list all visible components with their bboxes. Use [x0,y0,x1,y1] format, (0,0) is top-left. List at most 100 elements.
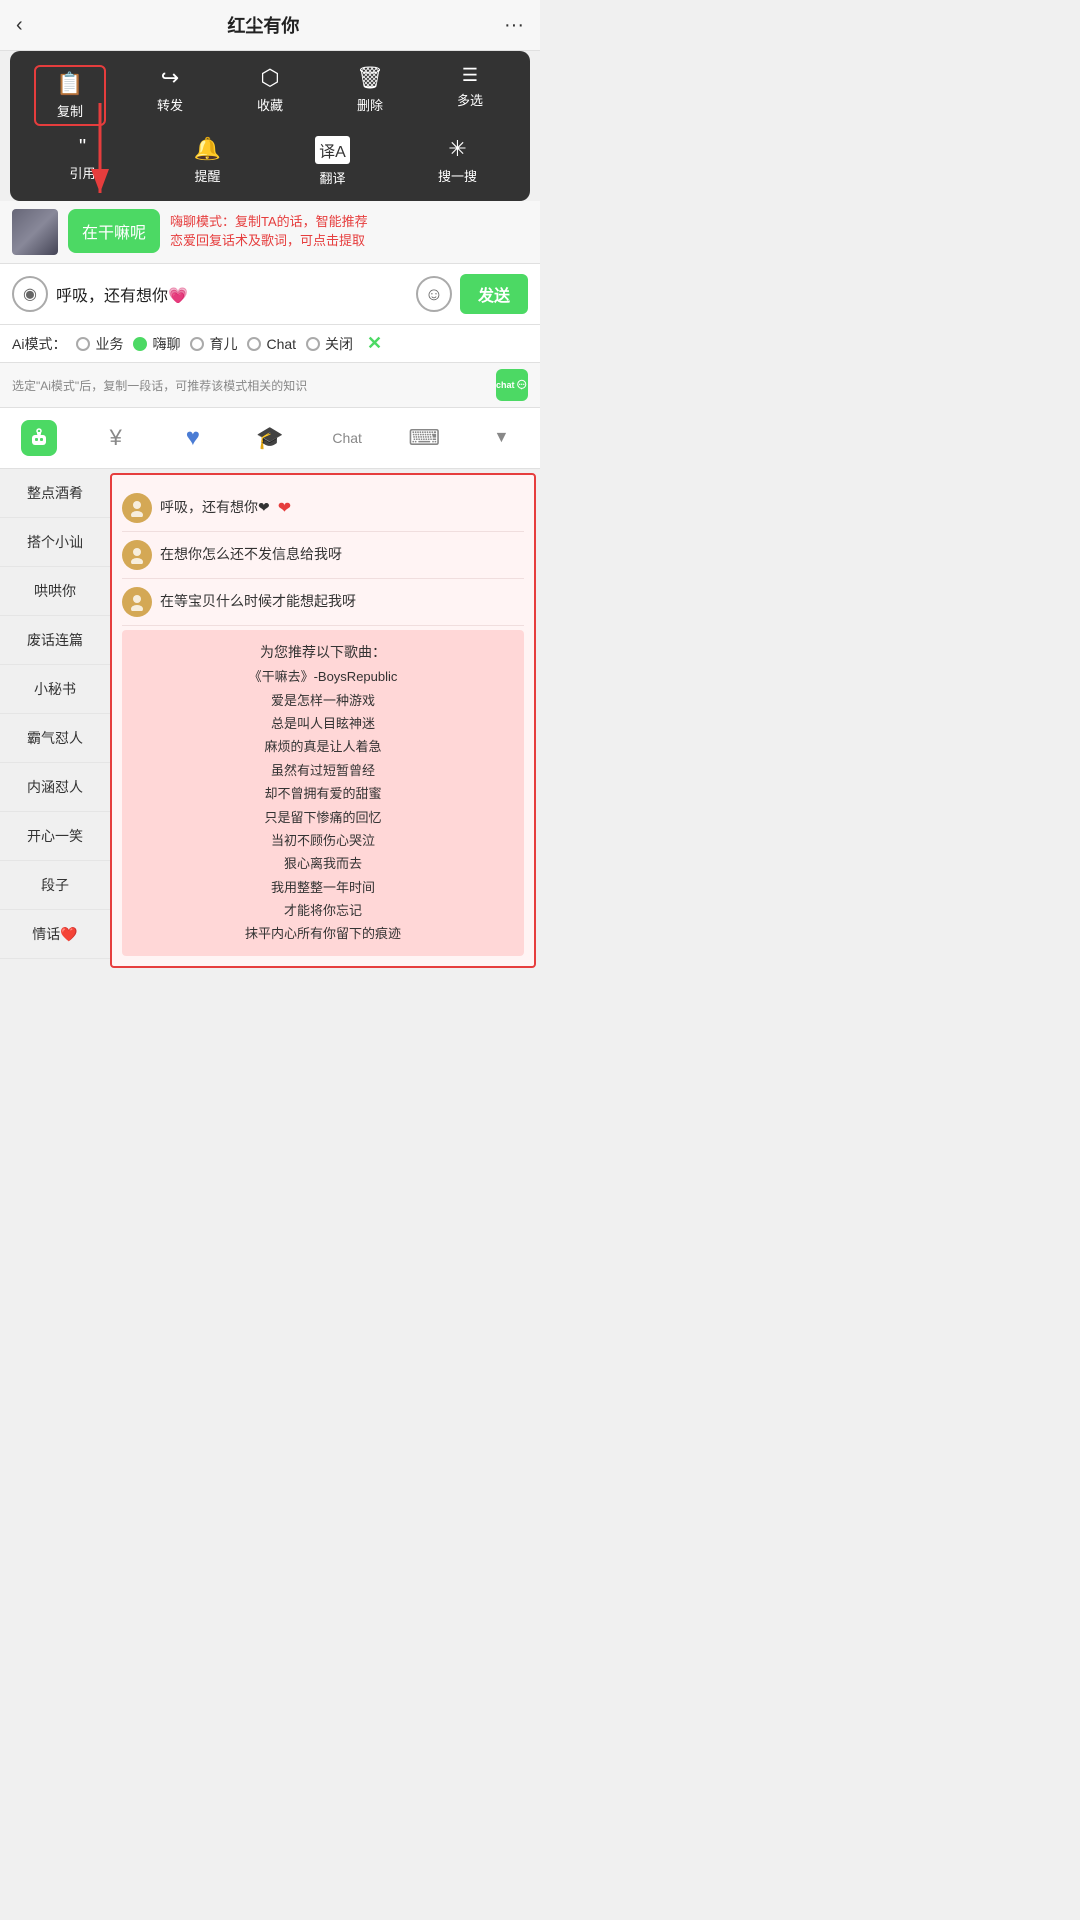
tab-chat-text[interactable]: Chat [309,422,386,454]
left-sidebar: 整点酒肴 搭个小讪 哄哄你 废话连篇 小秘书 霸气怼人 内涵怼人 开心一笑 段子… [0,469,110,972]
song-0[interactable]: 《干嘛去》-BoysRepublic [132,665,514,688]
sidebar-item-4[interactable]: 小秘书 [0,665,110,714]
suggestion-text-0: 呼吸，还有想你❤ [160,498,270,518]
sidebar-item-6[interactable]: 内涵怼人 [0,763,110,812]
tab-robot[interactable] [0,412,77,464]
input-area: ◉ ☺ 发送 [0,263,540,325]
chat-text-icon: Chat [332,430,362,446]
song-1: 爱是怎样一种游戏 [132,689,514,712]
song-9: 我用整整一年时间 [132,876,514,899]
sidebar-item-7[interactable]: 开心一笑 [0,812,110,861]
back-button[interactable]: ‹ [16,14,23,37]
tab-down[interactable]: ▼ [463,421,540,455]
heart-icon: ♥ [186,424,200,452]
song-4: 虽然有过短暂曾经 [132,759,514,782]
search-menu-item[interactable]: ✳ 搜一搜 [422,136,494,187]
radio-haichat [133,337,147,351]
mode-haichat-label: 嗨聊 [152,334,180,354]
sidebar-item-0[interactable]: 整点酒肴 [0,469,110,518]
page-title: 红尘有你 [227,12,299,38]
header: ‹ 红尘有你 ··· [0,0,540,51]
avatar-2 [122,587,152,617]
bubble-text: 在干嘛呢 [82,225,146,242]
translate-label: 翻译 [319,168,345,187]
song-8: 狠心离我而去 [132,852,514,875]
tab-graduate[interactable]: 🎓 [231,417,308,459]
search-label: 搜一搜 [438,166,477,185]
radio-parenting [190,337,204,351]
ai-mode-bar: Ai模式： 业务 嗨聊 育儿 Chat 关闭 ✕ [0,325,540,363]
tab-keyboard[interactable]: ⌨ [386,417,463,459]
more-button[interactable]: ··· [504,14,524,37]
right-panel: 呼吸，还有想你❤ ❤ 在想你怎么还不发信息给我呀 在等宝贝什么时候才能想起我呀 [110,473,536,968]
sidebar-item-3[interactable]: 废话连篇 [0,616,110,665]
song-6: 只是留下惨痛的回忆 [132,806,514,829]
main-content: 整点酒肴 搭个小讪 哄哄你 废话连篇 小秘书 霸气怼人 内涵怼人 开心一笑 段子… [0,469,540,972]
send-button[interactable]: 发送 [460,274,528,314]
keyboard-icon: ⌨ [408,425,440,451]
song-3: 麻烦的真是让人着急 [132,735,514,758]
song-section-header: 为您推荐以下歌曲： [132,640,514,665]
emoji-button[interactable]: ☺ [416,276,452,312]
voice-icon: ◉ [23,284,37,304]
collect-menu-item[interactable]: ⬡ 收藏 [234,65,306,126]
delete-menu-item[interactable]: 🗑 删除 [334,65,406,126]
suggestion-text-1: 在想你怎么还不发信息给我呀 [160,545,342,565]
mode-business-label: 业务 [95,334,123,354]
mode-chat-label: Chat [266,336,296,352]
song-11: 抹平内心所有你留下的痕迹 [132,922,514,945]
radio-business [76,337,90,351]
sidebar-item-9[interactable]: 情话❤️ [0,910,110,959]
translate-menu-item[interactable]: 译A 翻译 [297,136,369,187]
money-icon: ¥ [110,425,122,451]
forward-icon: ↪ [161,65,179,91]
translate-icon: 译A [315,136,350,164]
emoji-icon: ☺ [425,284,443,305]
search-icon: ✳ [448,136,466,162]
tab-heart[interactable]: ♥ [154,416,231,460]
sidebar-item-8[interactable]: 段子 [0,861,110,910]
sidebar-item-5[interactable]: 霸气怼人 [0,714,110,763]
hint-bar: 选定"Ai模式"后，复制一段话，可推荐该模式相关的知识 chat [0,363,540,408]
multiselect-icon: ☰ [462,65,478,86]
mode-close-label: 关闭 [325,334,353,354]
suggestion-text-2: 在等宝贝什么时候才能想起我呀 [160,592,356,612]
chat-bubble: 在干嘛呢 [68,209,160,253]
ai-mode-close-button[interactable]: ✕ [367,333,382,354]
suggestion-2[interactable]: 在等宝贝什么时候才能想起我呀 [122,579,524,626]
mode-close[interactable]: 关闭 [306,334,353,354]
message-input[interactable] [56,285,408,303]
tab-money[interactable]: ¥ [77,417,154,459]
song-2: 总是叫人目眩神迷 [132,712,514,735]
annotation-text: 嗨聊模式：复制TA的话，智能推荐 恋爱回复话术及歌词，可点击提取 [170,212,528,251]
collect-icon: ⬡ [260,65,279,91]
graduate-icon: 🎓 [256,425,283,451]
ai-mode-label: Ai模式： [12,334,66,354]
avatar-0 [122,493,152,523]
mode-chat[interactable]: Chat [247,336,296,352]
down-arrow-icon: ▼ [493,429,509,447]
suggestion-1[interactable]: 在想你怎么还不发信息给我呀 [122,532,524,579]
mode-business[interactable]: 业务 [76,334,123,354]
mode-parenting[interactable]: 育儿 [190,334,237,354]
heart-0: ❤ [278,498,291,518]
red-arrow-from-copy [40,93,240,213]
mode-haichat[interactable]: 嗨聊 [133,334,180,354]
sidebar-item-1[interactable]: 搭个小讪 [0,518,110,567]
robot-icon [21,420,57,456]
radio-close [306,337,320,351]
song-section: 为您推荐以下歌曲： 《干嘛去》-BoysRepublic 爱是怎样一种游戏 总是… [122,630,524,956]
suggestion-0[interactable]: 呼吸，还有想你❤ ❤ [122,485,524,532]
voice-button[interactable]: ◉ [12,276,48,312]
collect-label: 收藏 [257,95,283,114]
sidebar-item-2[interactable]: 哄哄你 [0,567,110,616]
hint-chat-icon: chat [496,369,528,401]
red-arrow-to-panel [444,473,504,475]
multiselect-menu-item[interactable]: ☰ 多选 [434,65,506,126]
multiselect-label: 多选 [457,90,483,109]
song-7: 当初不顾伤心哭泣 [132,829,514,852]
song-5: 却不曾拥有爱的甜蜜 [132,782,514,805]
song-10: 才能将你忘记 [132,899,514,922]
delete-label: 删除 [357,95,383,114]
avatar [12,209,58,255]
